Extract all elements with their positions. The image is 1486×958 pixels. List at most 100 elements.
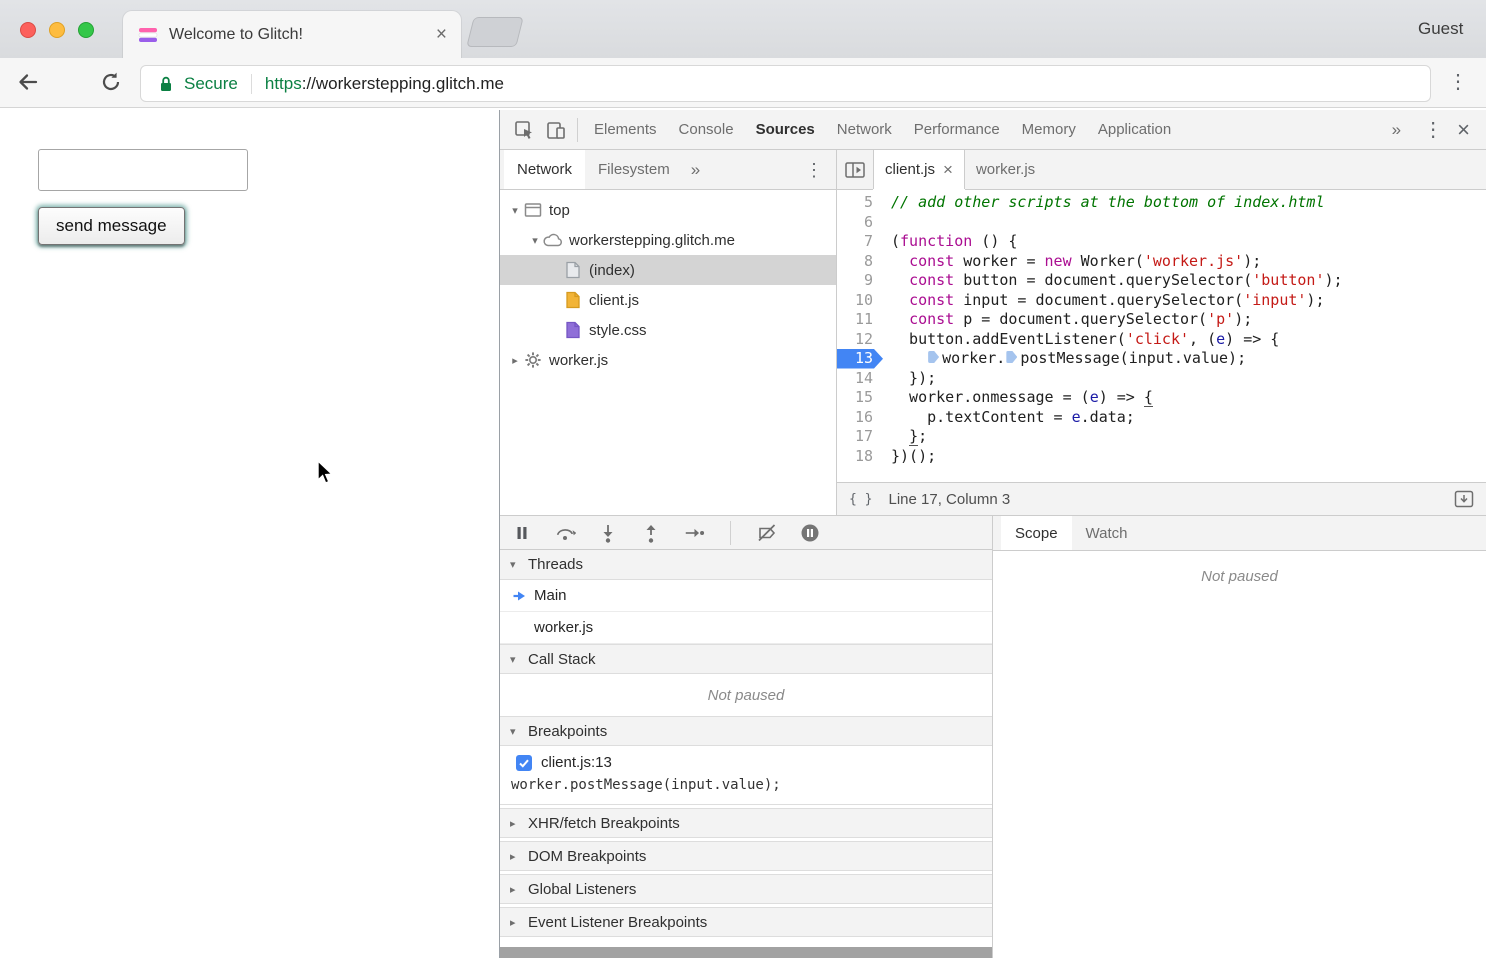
breakpoint-entry[interactable]: client.js:13 <box>500 746 992 775</box>
code-line[interactable]: 14 }); <box>837 369 1486 389</box>
line-number[interactable]: 16 <box>837 408 883 428</box>
close-devtools-button[interactable] <box>1457 119 1470 141</box>
browser-tab[interactable]: Welcome to Glitch! <box>123 11 461 58</box>
step-over-button[interactable] <box>553 521 577 545</box>
call-stack-section-header[interactable]: Call Stack <box>500 644 992 674</box>
code-line[interactable]: 18})(); <box>837 447 1486 467</box>
code-line[interactable]: 11 const p = document.querySelector('p')… <box>837 310 1486 330</box>
line-number[interactable]: 11 <box>837 310 883 330</box>
step-out-button[interactable] <box>639 521 663 545</box>
debugger-pane: Threads Mainworker.js Call Stack Not pau… <box>500 515 1486 958</box>
tree-item-index[interactable]: (index) <box>500 255 836 285</box>
navigator-tab-filesystem[interactable]: Filesystem <box>585 150 683 189</box>
sidebar-tab-watch[interactable]: Watch <box>1072 516 1142 550</box>
secure-label: Secure <box>184 74 238 94</box>
editor-tab-client-js[interactable]: client.js <box>873 150 965 189</box>
thread-item-main[interactable]: Main <box>500 580 992 612</box>
code-line[interactable]: 16 p.textContent = e.data; <box>837 408 1486 428</box>
devtools-tab-elements[interactable]: Elements <box>583 110 668 149</box>
code-line[interactable]: 10 const input = document.querySelector(… <box>837 291 1486 311</box>
code-line[interactable]: 8 const worker = new Worker('worker.js')… <box>837 252 1486 272</box>
line-number[interactable]: 15 <box>837 388 883 408</box>
devtools-tab-network[interactable]: Network <box>826 110 903 149</box>
code-line[interactable]: 6 <box>837 213 1486 233</box>
device-toolbar-button[interactable] <box>540 114 572 146</box>
reload-button[interactable] <box>97 68 125 96</box>
breakpoints-section-header[interactable]: Breakpoints <box>500 716 992 746</box>
step-into-button[interactable] <box>596 521 620 545</box>
new-tab-button[interactable] <box>466 17 523 47</box>
section-global-listeners[interactable]: Global Listeners <box>500 874 992 904</box>
fullscreen-window-button[interactable] <box>78 22 94 38</box>
code-line[interactable]: 15 worker.onmessage = (e) => { <box>837 388 1486 408</box>
code-line[interactable]: 7(function () { <box>837 232 1486 252</box>
send-message-button[interactable]: send message <box>38 207 185 245</box>
line-number[interactable]: 10 <box>837 291 883 311</box>
scrollbar-track[interactable] <box>500 947 992 958</box>
devtools-menu-button[interactable] <box>1423 120 1443 140</box>
breakpoint-location: client.js:13 <box>541 754 612 771</box>
line-number[interactable]: 8 <box>837 252 883 272</box>
tree-item-style-css[interactable]: style.css <box>500 315 836 345</box>
tab-title: Welcome to Glitch! <box>169 26 426 44</box>
pretty-print-button[interactable] <box>849 492 872 507</box>
devtools-tab-sources[interactable]: Sources <box>745 110 826 149</box>
chevron-down-icon[interactable]: ▾ <box>508 204 522 217</box>
threads-section-header[interactable]: Threads <box>500 550 992 580</box>
tree-item-top[interactable]: ▾top <box>500 195 836 225</box>
line-number[interactable]: 7 <box>837 232 883 252</box>
close-window-button[interactable] <box>20 22 36 38</box>
code-line[interactable]: 13 worker.postMessage(input.value); <box>837 349 1486 369</box>
breakpoint-checkbox[interactable] <box>516 755 532 771</box>
pause-on-exceptions-button[interactable] <box>798 521 822 545</box>
more-tabs-icon[interactable] <box>1384 120 1409 140</box>
close-tab-icon[interactable] <box>943 161 953 178</box>
toggle-navigator-button[interactable] <box>837 150 873 189</box>
line-number[interactable]: 18 <box>837 447 883 467</box>
more-tabs-icon[interactable] <box>683 160 708 180</box>
tree-item-worker-js[interactable]: ▸worker.js <box>500 345 836 375</box>
deactivate-breakpoints-button[interactable] <box>755 521 779 545</box>
section-event-listener-breakpoints[interactable]: Event Listener Breakpoints <box>500 907 992 937</box>
show-drawer-button[interactable] <box>1454 490 1474 508</box>
minimize-window-button[interactable] <box>49 22 65 38</box>
chevron-down-icon[interactable]: ▾ <box>528 234 542 247</box>
line-number[interactable]: 5 <box>837 193 883 213</box>
back-button[interactable] <box>14 68 42 96</box>
step-out-icon <box>640 522 662 544</box>
line-number[interactable]: 12 <box>837 330 883 350</box>
line-number[interactable]: 14 <box>837 369 883 389</box>
close-tab-icon[interactable] <box>436 25 447 44</box>
code-line[interactable]: 17 }; <box>837 427 1486 447</box>
tree-item-workerstepping-glitch-me[interactable]: ▾workerstepping.glitch.me <box>500 225 836 255</box>
message-input[interactable] <box>38 149 248 191</box>
divider <box>251 74 252 94</box>
browser-menu-button[interactable] <box>1448 72 1468 92</box>
code-line[interactable]: 12 button.addEventListener('click', (e) … <box>837 330 1486 350</box>
sidebar-tab-scope[interactable]: Scope <box>1001 516 1072 550</box>
code-line[interactable]: 5// add other scripts at the bottom of i… <box>837 193 1486 213</box>
inspect-element-button[interactable] <box>508 114 540 146</box>
navigator-menu-button[interactable] <box>796 161 832 179</box>
tree-item-client-js[interactable]: client.js <box>500 285 836 315</box>
step-button[interactable] <box>682 521 706 545</box>
devtools-tab-application[interactable]: Application <box>1087 110 1182 149</box>
resume-pause-button[interactable] <box>510 521 534 545</box>
breakpoint-marker[interactable]: 13 <box>837 349 883 369</box>
chevron-right-icon[interactable]: ▸ <box>508 354 522 367</box>
inline-breakpoint-icon[interactable] <box>928 351 939 363</box>
navigator-tab-network[interactable]: Network <box>504 150 585 189</box>
section-dom-breakpoints[interactable]: DOM Breakpoints <box>500 841 992 871</box>
address-bar[interactable]: Secure https://workerstepping.glitch.me <box>140 65 1431 102</box>
devtools-tab-console[interactable]: Console <box>668 110 745 149</box>
line-number[interactable]: 9 <box>837 271 883 291</box>
line-number[interactable]: 17 <box>837 427 883 447</box>
thread-item-worker-js[interactable]: worker.js <box>500 612 992 644</box>
line-number[interactable]: 6 <box>837 213 883 233</box>
inline-breakpoint-icon[interactable] <box>1006 351 1017 363</box>
devtools-tab-memory[interactable]: Memory <box>1011 110 1087 149</box>
devtools-tab-performance[interactable]: Performance <box>903 110 1011 149</box>
code-line[interactable]: 9 const button = document.querySelector(… <box>837 271 1486 291</box>
editor-tab-worker-js[interactable]: worker.js <box>965 150 1046 189</box>
section-xhr-fetch-breakpoints[interactable]: XHR/fetch Breakpoints <box>500 808 992 838</box>
